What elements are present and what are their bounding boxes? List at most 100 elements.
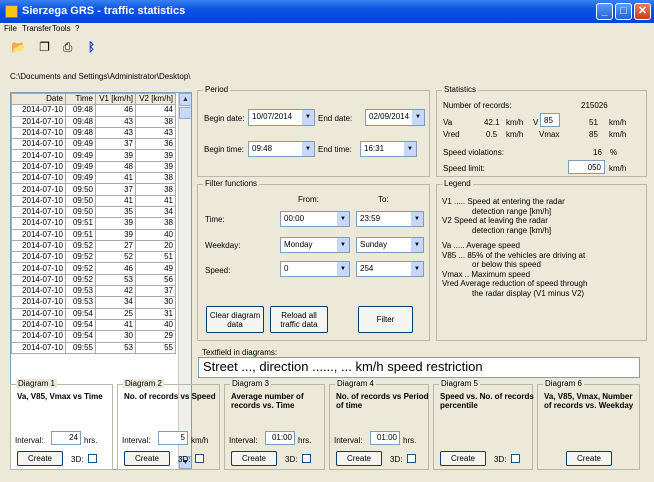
cell-v1: 41 (95, 172, 136, 185)
diagram-title: Va, V85, Vmax, Number of records vs. Wee… (544, 392, 634, 410)
speed-to-select[interactable]: 254 ▼ (356, 261, 424, 277)
v-percentile-input[interactable]: 85 (540, 113, 560, 127)
minimize-button[interactable]: _ (596, 3, 613, 20)
interval-label: Interval: (334, 436, 363, 445)
cell-time: 09:55 (65, 341, 96, 354)
scroll-up-icon[interactable]: ▲ (179, 93, 191, 106)
three-d-checkbox[interactable] (511, 454, 520, 463)
table-row[interactable]: 2014-07-10 09:50 41 41 (11, 194, 176, 207)
table-row[interactable]: 2014-07-10 09:51 39 38 (11, 217, 176, 230)
legend-group: Legend V1 ..... Speed at entering the ra… (436, 179, 647, 341)
interval-input[interactable]: 24 (51, 431, 81, 445)
table-row[interactable]: 2014-07-10 09:49 41 38 (11, 172, 176, 185)
cell-v2: 38 (135, 217, 176, 230)
table-row[interactable]: 2014-07-10 09:49 37 36 (11, 138, 176, 151)
weekday-to-select[interactable]: Sunday ▼ (356, 237, 424, 253)
window-title: Sierzega GRS - traffic statistics (22, 5, 186, 17)
cell-v2: 29 (135, 330, 176, 343)
table-row[interactable]: 2014-07-10 09:48 43 43 (11, 126, 176, 140)
col-date[interactable]: Date (11, 93, 66, 106)
table-row[interactable]: 2014-07-10 09:51 39 40 (11, 228, 176, 241)
table-row[interactable]: 2014-07-10 09:50 37 38 (11, 183, 176, 196)
period-group: Period Begin date: 10/07/2014 ▼ End date:… (197, 85, 430, 177)
table-row[interactable]: 2014-07-10 09:49 39 39 (11, 149, 176, 162)
table-row[interactable]: 2014-07-10 09:49 48 39 (11, 160, 176, 174)
create-diagram-button[interactable]: Create (231, 451, 277, 466)
three-d-label: 3D: (178, 455, 191, 464)
interval-input[interactable]: 01:00 (265, 431, 295, 445)
time-from-select[interactable]: 00:00 ▼ (280, 211, 350, 227)
cell-v1: 52 (95, 251, 136, 264)
chevron-down-icon: ▼ (337, 238, 349, 252)
speed-from-select[interactable]: 0 ▼ (280, 261, 350, 277)
table-row[interactable]: 2014-07-10 09:52 27 20 (11, 239, 176, 253)
cell-v1: 37 (95, 138, 136, 151)
cell-v2: 38 (135, 115, 176, 128)
table-row[interactable]: 2014-07-10 09:54 30 29 (11, 330, 176, 343)
close-button[interactable]: ✕ (634, 3, 651, 20)
device-icon[interactable]: ⎙ (58, 38, 77, 57)
table-row[interactable]: 2014-07-10 09:52 46 49 (11, 262, 176, 275)
create-diagram-button[interactable]: Create (336, 451, 382, 466)
table-row[interactable]: 2014-07-10 09:53 42 37 (11, 285, 176, 298)
menu-transfer[interactable]: Transfer (22, 24, 52, 33)
begin-time-picker[interactable]: 09:48 ▼ (248, 141, 315, 157)
table-row[interactable]: 2014-07-10 09:48 46 44 (11, 104, 176, 117)
interval-label: Interval: (229, 436, 258, 445)
table-row[interactable]: 2014-07-10 09:54 41 40 (11, 318, 176, 332)
cell-date: 2014-07-10 (11, 296, 66, 309)
scroll-thumb[interactable] (179, 107, 191, 119)
table-row[interactable]: 2014-07-10 09:48 43 38 (11, 115, 176, 128)
va-value: 42.1 (484, 118, 500, 127)
clear-diagram-button[interactable]: Clear diagram data (206, 306, 264, 333)
open-folder-icon[interactable]: 📂 (9, 38, 28, 57)
violations-unit: % (610, 148, 618, 157)
col-v2[interactable]: V2 [km/h] (135, 93, 176, 106)
table-row[interactable]: 2014-07-10 09:50 35 34 (11, 205, 176, 219)
menu-file[interactable]: File (4, 24, 17, 33)
time-to-select[interactable]: 23:59 ▼ (356, 211, 424, 227)
col-time[interactable]: Time (65, 93, 96, 106)
create-diagram-button[interactable]: Create (17, 451, 63, 466)
table-row[interactable]: 2014-07-10 09:54 25 31 (11, 307, 176, 320)
toolbar: 📂 ❐ ⎙ ᛒ (0, 36, 654, 61)
three-d-checkbox[interactable] (302, 454, 311, 463)
three-d-checkbox[interactable] (407, 454, 416, 463)
table-row[interactable]: 2014-07-10 09:53 34 30 (11, 296, 176, 309)
bluetooth-icon[interactable]: ᛒ (82, 38, 101, 57)
cell-v1: 34 (95, 296, 136, 309)
copy-icon[interactable]: ❐ (35, 38, 54, 57)
three-d-label: 3D: (494, 455, 507, 464)
table-row[interactable]: 2014-07-10 09:55 53 55 (11, 341, 176, 354)
create-diagram-button[interactable]: Create (440, 451, 486, 466)
diagram-text-input[interactable]: Street ..., direction ......, ... km/h s… (198, 357, 640, 378)
three-d-checkbox[interactable] (88, 454, 97, 463)
menu-bar: File Transfer Tools ? (0, 23, 654, 36)
begin-date-picker[interactable]: 10/07/2014 ▼ (248, 109, 315, 126)
cell-v2: 56 (135, 273, 176, 287)
three-d-checkbox[interactable] (195, 454, 204, 463)
col-v1[interactable]: V1 [km/h] (95, 93, 136, 106)
menu-help[interactable]: ? (75, 24, 79, 33)
filter-button[interactable]: Filter (358, 306, 413, 333)
cell-time: 09:48 (65, 104, 96, 117)
weekday-from-select[interactable]: Monday ▼ (280, 237, 350, 253)
diagram-6-group: Diagram 6 Va, V85, Vmax, Number of record… (537, 379, 640, 470)
cell-date: 2014-07-10 (11, 251, 66, 264)
interval-input[interactable]: 01:00 (370, 431, 400, 445)
speed-limit-input[interactable]: 050 (568, 160, 605, 174)
end-time-picker[interactable]: 16:31 ▼ (360, 141, 417, 157)
to-label: To: (378, 195, 389, 204)
create-diagram-button[interactable]: Create (566, 451, 612, 466)
interval-input[interactable]: 5 (158, 431, 188, 445)
time-filter-label: Time: (205, 215, 225, 224)
reload-data-button[interactable]: Reload all traffic data (270, 306, 328, 333)
table-row[interactable]: 2014-07-10 09:52 53 56 (11, 273, 176, 287)
create-diagram-button[interactable]: Create (124, 451, 170, 466)
end-date-picker[interactable]: 02/09/2014 ▼ (365, 109, 425, 126)
table-row[interactable]: 2014-07-10 09:52 52 51 (11, 251, 176, 264)
cell-time: 09:53 (65, 285, 96, 298)
menu-tools[interactable]: Tools (52, 24, 71, 33)
cell-v1: 46 (95, 262, 136, 275)
maximize-button[interactable]: □ (615, 3, 632, 20)
